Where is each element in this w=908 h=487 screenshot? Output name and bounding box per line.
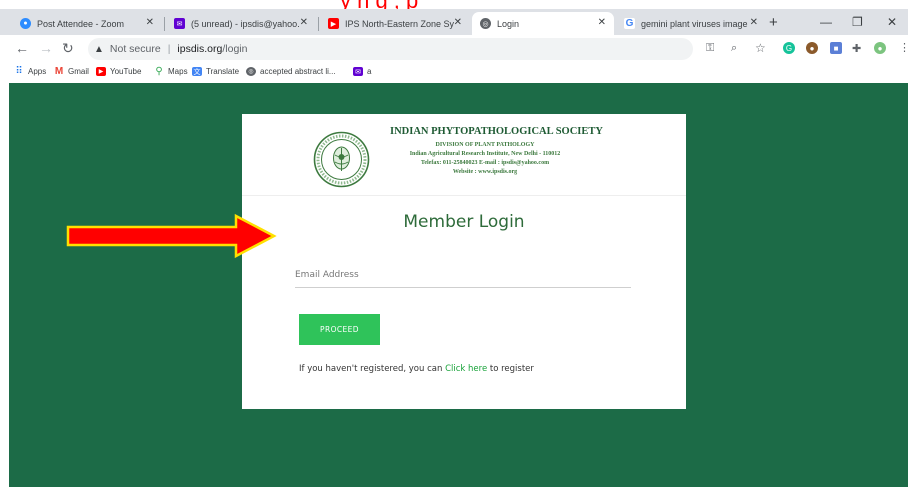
youtube-icon: ▶ (96, 67, 106, 76)
org-name: INDIAN PHYTOPATHOLOGICAL SOCIETY (390, 126, 603, 137)
browser-chrome: y n g , p ● Post Attendee - Zoom ✕ ✉ (5 … (0, 0, 908, 83)
gmail-icon: M (54, 66, 64, 77)
globe-icon: ◎ (480, 18, 491, 29)
url-path: /login (222, 43, 248, 55)
zoom-icon: ● (20, 18, 31, 29)
tab-title: Login (497, 18, 520, 29)
zoom-magnifier-icon[interactable]: ⌕ (731, 42, 737, 55)
forward-arrow-icon[interactable]: → (39, 40, 53, 56)
window-close-button[interactable]: ✕ (887, 15, 897, 29)
back-arrow-icon[interactable]: ← (15, 40, 29, 56)
division-text: DIVISION OF PLANT PATHOLOGY (435, 142, 535, 148)
register-prompt: If you haven't registered, you can Click… (299, 364, 534, 374)
proceed-button[interactable]: PROCEED (299, 314, 380, 345)
red-arrow-annotation (66, 213, 277, 259)
tab-login[interactable]: ◎ Login ✕ (472, 12, 614, 35)
yahoo-mail-icon: ✉ (353, 67, 363, 76)
close-icon[interactable]: ✕ (454, 17, 462, 28)
bookmark-maps[interactable]: ⚲ Maps (154, 66, 187, 77)
grammarly-icon[interactable]: G (783, 42, 795, 54)
menu-kebab-icon[interactable]: ⋮ (899, 41, 908, 54)
tab-title: IPS North-Eastern Zone Sy (345, 18, 455, 29)
page-title: Member Login (403, 212, 525, 232)
contact-text: Telefax: 011-25840023 E-mail : ipsdis@ya… (420, 160, 550, 166)
close-icon[interactable]: ✕ (750, 17, 758, 28)
tab-title: gemini plant viruses image (641, 18, 748, 29)
tab-yahoo-mail[interactable]: ✉ (5 unread) - ipsdis@yahoo. ✕ (166, 12, 316, 35)
email-field[interactable] (295, 262, 631, 288)
tab-divider (164, 17, 165, 31)
tab-zoom[interactable]: ● Post Attendee - Zoom ✕ (12, 12, 162, 35)
login-card: INDIAN PHYTOPATHOLOGICAL SOCIETY DIVISIO… (242, 114, 686, 409)
address-bar[interactable]: ▲ Not secure | ipsdis.org /login (88, 38, 693, 60)
security-label: Not secure (109, 43, 161, 55)
bookmarks-bar: ⠿ Apps M Gmail ▶ YouTube ⚲ Maps 文 Transl… (0, 63, 908, 83)
register-suffix-text: to register (487, 364, 534, 374)
restore-button[interactable]: ❐ (852, 15, 863, 29)
tab-title: Post Attendee - Zoom (37, 18, 125, 29)
cookie-icon[interactable]: ● (806, 42, 818, 54)
register-prefix-text: If you haven't registered, you can (299, 364, 446, 374)
institute-text: Indian Agricultural Research Institute, … (409, 151, 561, 157)
close-icon[interactable]: ✕ (300, 17, 308, 28)
warning-icon[interactable]: ▲ (94, 44, 104, 55)
tab-ips-zone[interactable]: ▶ IPS North-Eastern Zone Sy ✕ (320, 12, 470, 35)
key-icon[interactable]: ⚿ (706, 42, 714, 55)
camera-icon[interactable]: ■ (830, 42, 842, 54)
page-background: INDIAN PHYTOPATHOLOGICAL SOCIETY DIVISIO… (9, 83, 908, 487)
bookmark-apps[interactable]: ⠿ Apps (14, 66, 46, 77)
url-host: ipsdis.org (177, 43, 223, 55)
profile-avatar-icon[interactable]: ● (874, 42, 886, 54)
website-text: Website : www.ipsdis.org (452, 169, 518, 175)
reload-icon[interactable]: ↻ (62, 40, 74, 57)
star-icon[interactable]: ☆ (755, 41, 766, 55)
google-icon: G (624, 18, 635, 29)
globe-icon: ◎ (246, 67, 256, 76)
tab-title: (5 unread) - ipsdis@yahoo. (191, 18, 300, 29)
youtube-icon: ▶ (328, 18, 339, 29)
society-seal-icon (313, 131, 370, 188)
puzzle-extensions-icon[interactable]: ✚ (852, 42, 861, 55)
address-divider: | (167, 43, 171, 55)
new-tab-button[interactable]: + (769, 14, 778, 31)
bookmark-gmail[interactable]: M Gmail (54, 66, 89, 77)
close-icon[interactable]: ✕ (146, 17, 154, 28)
register-link[interactable]: Click here (445, 364, 487, 374)
bookmark-youtube[interactable]: ▶ YouTube (96, 67, 141, 76)
tab-divider (318, 17, 319, 31)
close-icon[interactable]: ✕ (598, 17, 606, 28)
bookmark-accepted-abstract[interactable]: ◎ accepted abstract li... (246, 67, 336, 76)
yahoo-mail-icon: ✉ (174, 18, 185, 29)
translate-icon: 文 (192, 67, 202, 76)
minimize-button[interactable]: — (820, 15, 832, 29)
tab-strip: ● Post Attendee - Zoom ✕ ✉ (5 unread) - … (0, 9, 908, 35)
apps-grid-icon: ⠿ (15, 66, 23, 77)
bookmark-translate[interactable]: 文 Translate (192, 67, 239, 76)
tab-google-search[interactable]: G gemini plant viruses image ✕ (616, 12, 766, 35)
maps-pin-icon: ⚲ (155, 66, 163, 77)
browser-toolbar: ← → ↻ ▲ Not secure | ipsdis.org /login ⚿… (0, 35, 908, 63)
society-header: INDIAN PHYTOPATHOLOGICAL SOCIETY DIVISIO… (242, 114, 686, 196)
bookmark-a[interactable]: ✉ a (353, 67, 371, 76)
